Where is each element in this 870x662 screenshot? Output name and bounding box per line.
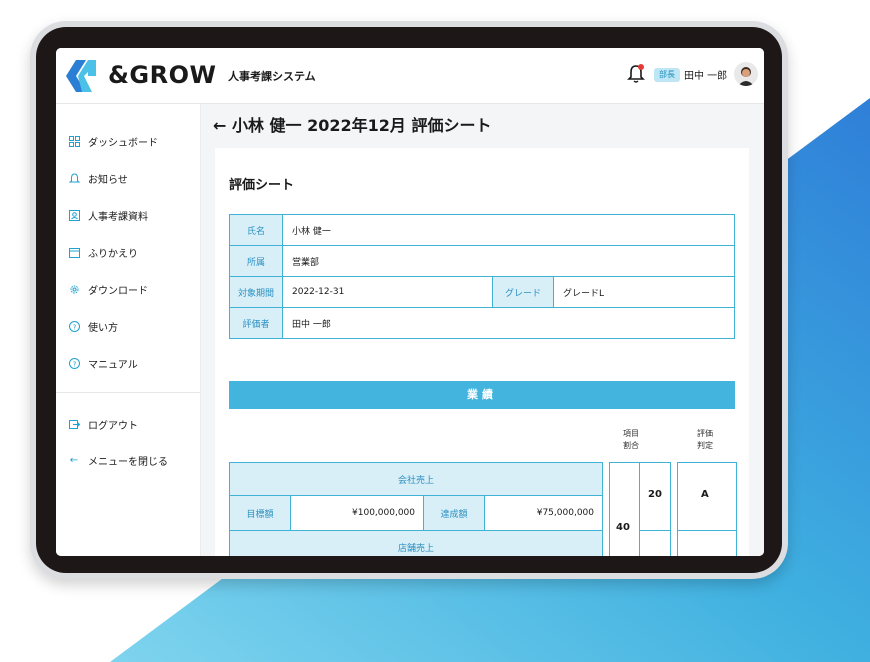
company-sales-label: 会社売上 bbox=[229, 462, 603, 496]
judgement-value: A bbox=[701, 489, 709, 500]
sidebar-item-label: ダッシュボード bbox=[88, 137, 158, 149]
avatar-photo-icon bbox=[738, 67, 754, 86]
main-content: ← 小林 健一 2022年12月 評価シート 評価シート 氏名 小林 健一 所属… bbox=[201, 104, 764, 556]
logo-text: &GROW bbox=[108, 61, 217, 89]
grade-label: グレード bbox=[492, 276, 554, 308]
tablet-device: &GROW 人事考課システム 部長 田中 一郎 ダッシュボード お知らせ 人事考… bbox=[30, 21, 788, 579]
page-title: ← 小林 健一 2022年12月 評価シート bbox=[213, 112, 492, 136]
back-arrow-icon[interactable]: ← bbox=[213, 116, 226, 135]
tablet-bezel: &GROW 人事考課システム 部長 田中 一郎 ダッシュボード お知らせ 人事考… bbox=[36, 27, 782, 573]
user-name[interactable]: 田中 一郎 bbox=[684, 67, 727, 82]
achieved-value: ¥75,000,000 bbox=[484, 495, 603, 531]
evaluator-value: 田中 一郎 bbox=[282, 307, 735, 339]
sidebar-item-label: 人事考課資料 bbox=[88, 211, 148, 223]
table-row: 氏名 小林 健一 bbox=[229, 214, 735, 246]
table-row: 評価者 田中 一郎 bbox=[229, 307, 735, 339]
avatar[interactable] bbox=[734, 62, 758, 86]
table-row: 所属 営業部 bbox=[229, 245, 735, 277]
sidebar-divider bbox=[56, 392, 200, 393]
evaluation-card: 評価シート 氏名 小林 健一 所属 営業部 対象期間 2022-12-31 グレ… bbox=[215, 148, 749, 556]
group-ratio-box bbox=[609, 462, 641, 556]
sidebar-item-news[interactable]: お知らせ bbox=[68, 170, 128, 186]
table-row: 店舗売上 bbox=[229, 530, 603, 556]
logout-label: ログアウト bbox=[88, 420, 138, 432]
name-label: 氏名 bbox=[229, 214, 283, 246]
notification-bell-icon[interactable] bbox=[627, 64, 645, 84]
target-label: 目標額 bbox=[229, 495, 291, 531]
help-icon: ? bbox=[68, 320, 80, 332]
name-value: 小林 健一 bbox=[282, 214, 735, 246]
employee-info-table: 氏名 小林 健一 所属 営業部 対象期間 2022-12-31 グレード グレー… bbox=[229, 214, 735, 339]
sidebar-item-label: 使い方 bbox=[88, 322, 118, 334]
sales-table: 会社売上 目標額 ¥100,000,000 達成額 ¥75,000,000 店舗… bbox=[229, 462, 603, 556]
grow-logo-icon bbox=[66, 60, 96, 92]
calendar-icon bbox=[68, 246, 80, 258]
sidebar-item-dashboard[interactable]: ダッシュボード bbox=[68, 133, 158, 149]
period-value: 2022-12-31 bbox=[282, 276, 493, 308]
table-row: 対象期間 2022-12-31 グレード グレードL bbox=[229, 276, 735, 308]
target-value: ¥100,000,000 bbox=[290, 495, 424, 531]
item-ratio-value: 20 bbox=[648, 489, 662, 500]
logout-button[interactable]: ログアウト bbox=[68, 416, 138, 432]
close-menu-label: メニューを閉じる bbox=[88, 456, 168, 468]
dept-label: 所属 bbox=[229, 245, 283, 277]
id-card-icon bbox=[68, 209, 80, 221]
store-sales-label: 店舗売上 bbox=[229, 530, 603, 556]
evaluator-label: 評価者 bbox=[229, 307, 283, 339]
sidebar: ダッシュボード お知らせ 人事考課資料 ふりかえり ダウンロード ? 使い方 ?… bbox=[56, 104, 201, 556]
sidebar-item-label: お知らせ bbox=[88, 174, 128, 186]
app-name: 人事考課システム bbox=[228, 70, 316, 83]
sidebar-item-download[interactable]: ダウンロード bbox=[68, 281, 148, 297]
app-screen: &GROW 人事考課システム 部長 田中 一郎 ダッシュボード お知らせ 人事考… bbox=[56, 48, 764, 556]
svg-text:?: ? bbox=[72, 360, 76, 368]
item-ratio-header: 項目 割合 bbox=[623, 429, 639, 450]
sidebar-item-manual[interactable]: ? マニュアル bbox=[68, 355, 138, 371]
item-ratio-box-2 bbox=[639, 530, 671, 556]
svg-text:?: ? bbox=[72, 323, 76, 331]
sidebar-item-materials[interactable]: 人事考課資料 bbox=[68, 207, 148, 223]
sidebar-item-howto[interactable]: ? 使い方 bbox=[68, 318, 118, 334]
judgement-header: 評価 判定 bbox=[697, 429, 713, 450]
dashboard-icon bbox=[68, 135, 80, 147]
arrow-left-icon: ← bbox=[69, 454, 79, 466]
gear-icon bbox=[68, 283, 80, 295]
table-row: 目標額 ¥100,000,000 達成額 ¥75,000,000 bbox=[229, 495, 603, 531]
page-title-text: 小林 健一 2022年12月 評価シート bbox=[231, 116, 492, 135]
sidebar-item-label: ふりかえり bbox=[88, 248, 138, 260]
achieved-label: 達成額 bbox=[423, 495, 485, 531]
top-bar: &GROW 人事考課システム 部長 田中 一郎 bbox=[56, 48, 764, 104]
bell-icon bbox=[68, 172, 80, 184]
card-title: 評価シート bbox=[229, 178, 295, 193]
sidebar-item-label: ダウンロード bbox=[88, 285, 148, 297]
sidebar-item-review[interactable]: ふりかえり bbox=[68, 244, 138, 260]
grade-value: グレードL bbox=[553, 276, 735, 308]
period-label: 対象期間 bbox=[229, 276, 283, 308]
close-menu-button[interactable]: ← メニューを閉じる bbox=[68, 452, 168, 468]
dept-value: 営業部 bbox=[282, 245, 735, 277]
role-badge: 部長 bbox=[654, 68, 680, 82]
judgement-box-2 bbox=[677, 530, 737, 556]
logout-icon bbox=[68, 418, 80, 430]
table-row: 会社売上 bbox=[229, 462, 603, 496]
group-ratio-value: 40 bbox=[616, 522, 630, 533]
help-icon: ? bbox=[68, 357, 80, 369]
sidebar-item-label: マニュアル bbox=[88, 359, 138, 371]
performance-section-header: 業績 bbox=[229, 381, 735, 409]
